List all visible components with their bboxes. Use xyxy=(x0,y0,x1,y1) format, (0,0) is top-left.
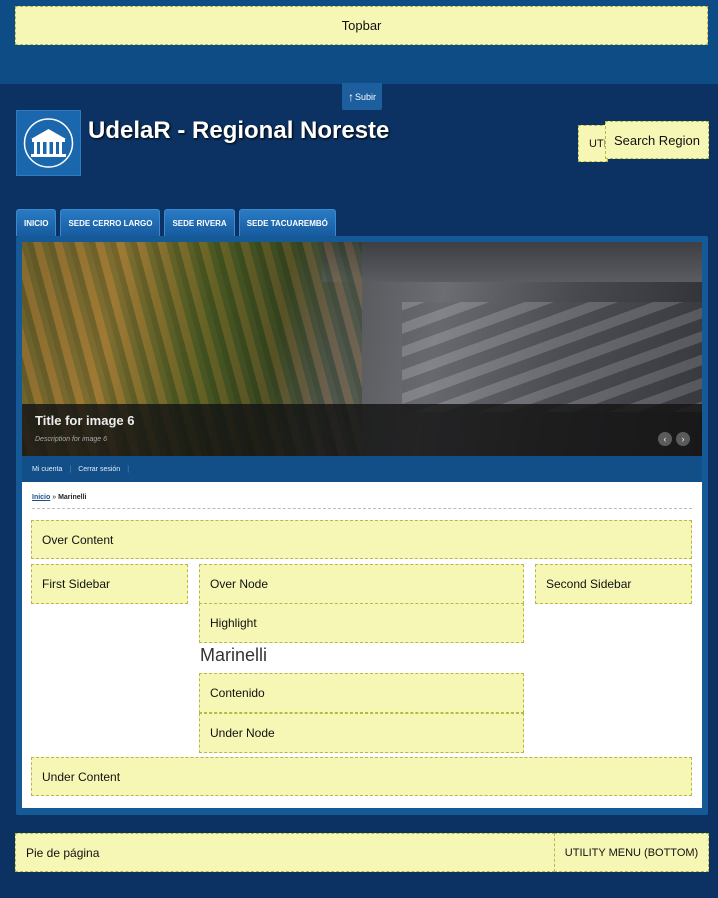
slide-description: Description for image 6 xyxy=(35,436,107,443)
node-title: Marinelli xyxy=(200,645,268,665)
main-navigation: INICIO SEDE CERRO LARGO SEDE RIVERA SEDE… xyxy=(16,209,336,236)
first-sidebar-label: First Sidebar xyxy=(42,577,111,591)
university-building-icon xyxy=(23,118,74,168)
breadcrumb-current: Marinelli xyxy=(58,494,87,501)
subir-label: Subir xyxy=(354,91,376,102)
breadcrumb-separator: » xyxy=(50,494,59,501)
up-arrow-icon: ↑ xyxy=(347,89,354,104)
second-sidebar-label: Second Sidebar xyxy=(546,577,632,591)
contenido-label: Contenido xyxy=(210,686,265,700)
site-logo[interactable] xyxy=(16,110,81,176)
tab-sede-cerro-largo[interactable]: SEDE CERRO LARGO xyxy=(60,209,161,236)
second-sidebar-region: Second Sidebar xyxy=(535,564,692,604)
menu-separator: | xyxy=(127,465,130,473)
breadcrumb: Inicio » Marinelli xyxy=(32,494,86,501)
utility-menu-bottom-region: UTILITY MENU (BOTTOM) xyxy=(554,833,709,872)
over-content-region: Over Content xyxy=(31,520,692,559)
over-node-region: Over Node xyxy=(199,564,524,604)
over-node-label: Over Node xyxy=(210,577,269,591)
first-sidebar-region: First Sidebar xyxy=(31,564,188,604)
footer-label: Pie de página xyxy=(26,845,100,860)
slide-caption: Title for image 6 Description for image … xyxy=(22,404,702,456)
search-region: Search Region xyxy=(605,121,709,159)
slideshow-image-sky xyxy=(322,242,702,282)
cerrar-sesion-link[interactable]: Cerrar sesión xyxy=(78,466,120,473)
contenido-region: Contenido xyxy=(199,673,524,713)
highlight-region: Highlight xyxy=(199,603,524,643)
over-content-label: Over Content xyxy=(42,532,114,547)
user-menu-bar: Mi cuenta | Cerrar sesión | xyxy=(22,456,702,482)
slideshow-image-mountains xyxy=(402,302,702,412)
under-node-label: Under Node xyxy=(210,726,275,740)
breadcrumb-divider xyxy=(32,508,692,509)
menu-separator: | xyxy=(69,465,72,473)
slide-title: Title for image 6 xyxy=(35,413,135,428)
tab-sede-tacuarembo[interactable]: SEDE TACUAREMBÓ xyxy=(238,209,336,236)
site-name[interactable]: UdelaR - Regional Noreste xyxy=(88,117,389,145)
subir-button[interactable]: ↑ Subir xyxy=(342,83,382,110)
under-content-region: Under Content xyxy=(31,757,692,796)
utility-menu-top-label: UTILITY MENU (TOP) xyxy=(589,137,607,150)
tab-inicio[interactable]: INICIO xyxy=(16,209,57,236)
chevron-right-icon[interactable]: › xyxy=(676,432,690,446)
breadcrumb-home-link[interactable]: Inicio xyxy=(32,494,50,501)
topbar-region: Topbar xyxy=(15,6,708,45)
highlight-label: Highlight xyxy=(210,616,257,630)
under-node-region: Under Node xyxy=(199,713,524,753)
search-region-label: Search Region xyxy=(614,132,700,148)
utility-menu-bottom-label: UTILITY MENU (BOTTOM) xyxy=(564,846,699,859)
chevron-left-icon[interactable]: ‹ xyxy=(658,432,672,446)
utility-menu-top-region: UTILITY MENU (TOP) xyxy=(578,125,608,162)
tab-sede-rivera[interactable]: SEDE RIVERA xyxy=(164,209,235,236)
topbar-label: Topbar xyxy=(341,18,382,33)
footer-region: Pie de página xyxy=(15,833,555,872)
slideshow: Title for image 6 Description for image … xyxy=(22,242,702,456)
under-content-label: Under Content xyxy=(42,769,121,784)
mi-cuenta-link[interactable]: Mi cuenta xyxy=(32,466,62,473)
